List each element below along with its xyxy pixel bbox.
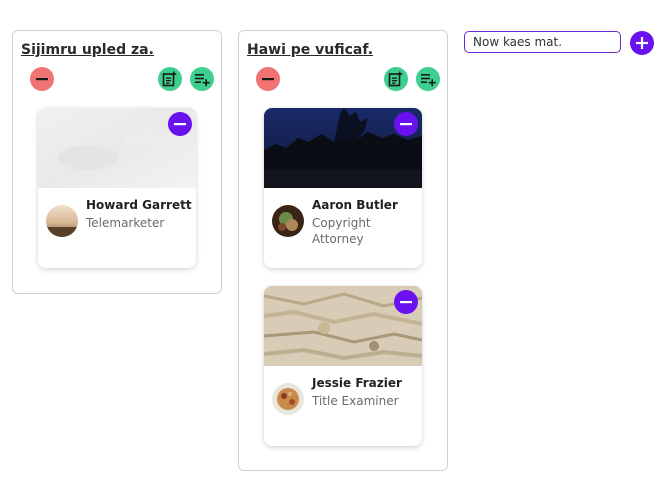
person-name: Howard Garrett [86, 198, 192, 212]
person-role: Telemarketer [86, 216, 165, 230]
add-column-button[interactable] [630, 31, 654, 55]
minus-circle-icon [174, 123, 186, 126]
add-card-button[interactable] [384, 67, 408, 91]
playlist-add-icon [195, 74, 210, 87]
column-1: Sijimru upled za. Howard Garrett Telemar… [12, 30, 222, 294]
person-role: Title Examiner [312, 394, 399, 408]
add-list-button[interactable] [416, 67, 440, 91]
avatar [272, 383, 304, 415]
remove-column-button[interactable] [30, 67, 54, 91]
add-list-button[interactable] [190, 67, 214, 91]
person-name: Jessie Frazier [312, 376, 402, 390]
avatar [272, 205, 304, 237]
note-add-icon [162, 71, 177, 87]
playlist-add-icon [421, 74, 436, 87]
note-add-icon [388, 71, 403, 87]
person-card[interactable]: Howard Garrett Telemarketer [38, 108, 196, 268]
plus-circle-icon [636, 37, 648, 49]
minus-circle-icon [262, 78, 274, 81]
person-name: Aaron Butler [312, 198, 398, 212]
column-title[interactable]: Hawi pe vuficaf. [247, 42, 373, 58]
column-title[interactable]: Sijimru upled za. [21, 42, 154, 58]
person-role: Copyright Attorney [312, 216, 371, 246]
minus-circle-icon [400, 123, 412, 126]
column-2: Hawi pe vuficaf. Aaron Butler Copyright … [238, 30, 448, 471]
new-column-input[interactable] [464, 31, 621, 53]
remove-card-button[interactable] [394, 290, 418, 314]
add-card-button[interactable] [158, 67, 182, 91]
person-card[interactable]: Jessie Frazier Title Examiner [264, 286, 422, 446]
remove-card-button[interactable] [168, 112, 192, 136]
minus-circle-icon [36, 78, 48, 81]
avatar [46, 205, 78, 237]
remove-card-button[interactable] [394, 112, 418, 136]
remove-column-button[interactable] [256, 67, 280, 91]
person-card[interactable]: Aaron Butler Copyright Attorney [264, 108, 422, 268]
minus-circle-icon [400, 301, 412, 304]
